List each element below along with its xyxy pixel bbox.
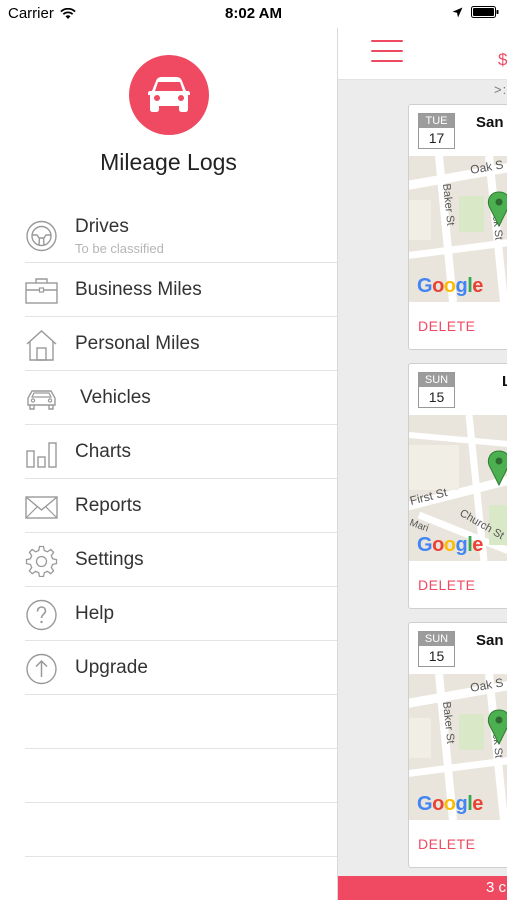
bottom-bar[interactable]: 3 c xyxy=(338,876,507,900)
menu-item-label: Upgrade xyxy=(75,657,148,678)
status-time: 8:02 AM xyxy=(225,5,282,22)
menu-item-personal-miles[interactable]: Personal Miles xyxy=(25,317,337,371)
menu-item-charts[interactable]: Charts xyxy=(25,425,337,479)
gear-icon xyxy=(25,545,58,577)
google-logo: Google xyxy=(417,793,483,815)
card-map[interactable]: Oak S Baker St ck St Google xyxy=(409,156,507,302)
menu-item-drives[interactable]: Drives To be classified xyxy=(25,208,337,263)
menu-item-label: Reports xyxy=(75,495,142,516)
card-title: San xyxy=(476,632,504,649)
menu-item-reports[interactable]: Reports xyxy=(25,479,337,533)
card-day-number: 15 xyxy=(428,648,445,664)
card-day-number: 15 xyxy=(428,389,445,405)
menu-spacer xyxy=(25,695,337,749)
menu-item-label: Help xyxy=(75,603,115,624)
menu-item-label: Business Miles xyxy=(75,279,202,300)
menu-item-subtitle: To be classified xyxy=(75,241,164,256)
menu-spacer xyxy=(25,749,337,803)
card-title: L xyxy=(502,373,507,390)
card-date: TUE 17 xyxy=(418,113,455,149)
card-day-number: 17 xyxy=(428,130,445,146)
question-icon xyxy=(26,599,57,631)
menu-item-label: Settings xyxy=(75,549,144,570)
app-title: Mileage Logs xyxy=(100,149,237,175)
content-header: $ xyxy=(338,28,507,80)
briefcase-icon xyxy=(25,278,58,304)
menu-item-label: Personal Miles xyxy=(75,333,200,354)
card-day-of-week: TUE xyxy=(419,114,454,128)
drive-card[interactable]: TUE 17 San Oak S Baker St ck St Google D… xyxy=(408,104,507,350)
google-logo: Google xyxy=(417,275,483,297)
card-date: SUN 15 xyxy=(418,631,455,667)
menu-item-help[interactable]: Help xyxy=(25,587,337,641)
delete-button[interactable]: DELETE xyxy=(418,577,475,593)
hamburger-menu-icon[interactable] xyxy=(371,40,403,64)
menu-item-vehicles[interactable]: Vehicles xyxy=(25,371,337,425)
card-map[interactable]: Oak S Baker St ck St Google xyxy=(409,674,507,820)
delete-button[interactable]: DELETE xyxy=(418,318,475,334)
car-icon xyxy=(27,390,56,410)
upgrade-arrow-icon xyxy=(26,653,57,685)
menu-item-business-miles[interactable]: Business Miles xyxy=(25,263,337,317)
bar-chart-icon xyxy=(26,442,57,468)
card-date: SUN 15 xyxy=(418,372,455,408)
card-title: San xyxy=(476,114,504,131)
card-day-of-week: SUN xyxy=(419,632,454,646)
google-logo: Google xyxy=(417,534,483,556)
header-amount: $ xyxy=(498,50,507,69)
menu-item-settings[interactable]: Settings xyxy=(25,533,337,587)
status-right xyxy=(452,6,499,18)
card-day-of-week: SUN xyxy=(419,373,454,387)
drawer-menu: Drives To be classified Business Miles P… xyxy=(25,208,337,857)
car-logo-icon xyxy=(129,55,209,135)
drives-content: $ >: TUE 17 San Oak S Baker St ck St Goo… xyxy=(337,28,507,900)
envelope-icon xyxy=(25,496,58,519)
menu-item-upgrade[interactable]: Upgrade xyxy=(25,641,337,695)
drive-card[interactable]: SUN 15 San Oak S Baker St ck St Google D… xyxy=(408,622,507,868)
bottom-bar-label: 3 c xyxy=(486,879,507,896)
menu-item-label: Drives xyxy=(75,216,129,237)
house-icon xyxy=(26,330,57,361)
location-arrow-icon xyxy=(452,7,463,17)
delete-button[interactable]: DELETE xyxy=(418,836,475,852)
menu-spacer xyxy=(25,803,337,857)
content-subheader: >: xyxy=(494,82,507,97)
navigation-drawer: Mileage Logs Drives To be classified Bus… xyxy=(0,28,337,900)
status-bar: Carrier 8:02 AM xyxy=(0,0,507,28)
menu-item-label: Charts xyxy=(75,441,131,462)
card-map[interactable]: First St Church St Mari Google xyxy=(409,415,507,561)
menu-item-label: Vehicles xyxy=(80,387,151,408)
steering-wheel-icon xyxy=(26,220,57,252)
drive-card[interactable]: SUN 15 L First St Church St Mari xyxy=(408,363,507,609)
battery-icon xyxy=(471,6,499,18)
